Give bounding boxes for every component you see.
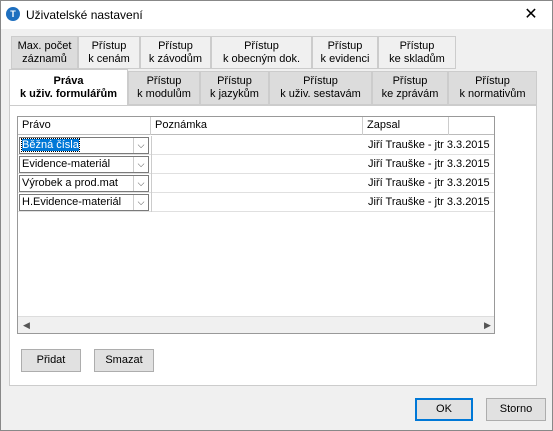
note-cell[interactable] xyxy=(151,174,363,193)
chevron-down-icon[interactable]: ⌵ xyxy=(133,138,148,153)
pravo-combo[interactable]: H.Evidence-materiál ⌵ xyxy=(19,194,149,211)
pravo-combo-value: H.Evidence-materiál xyxy=(22,196,122,208)
cancel-button[interactable]: Storno xyxy=(486,398,546,421)
table-row[interactable]: Výrobek a prod.mat ⌵ Jiří Trauške - jtr … xyxy=(18,174,494,193)
horizontal-scrollbar[interactable]: ◀ ▶ xyxy=(18,316,494,333)
close-button[interactable]: ✕ xyxy=(518,4,544,26)
tab-pristup-normativum[interactable]: Přístup k normativům xyxy=(448,71,537,105)
pravo-combo[interactable]: Výrobek a prod.mat ⌵ xyxy=(19,175,149,192)
column-header-poznamka[interactable]: Poznámka xyxy=(151,117,363,135)
note-cell[interactable] xyxy=(151,193,363,212)
add-button[interactable]: Přidat xyxy=(21,349,81,372)
pravo-combo[interactable]: Běžná čísla ⌵ xyxy=(19,137,149,154)
table-row[interactable]: H.Evidence-materiál ⌵ Jiří Trauške - jtr… xyxy=(18,193,494,212)
tab-pristup-jazykum[interactable]: Přístup k jazykům xyxy=(200,71,269,105)
pravo-combo[interactable]: Evidence-materiál ⌵ xyxy=(19,156,149,173)
tab-pristup-uziv-sestavam[interactable]: Přístup k uživ. sestavám xyxy=(269,71,372,105)
grid-header: Právo Poznámka Zapsal xyxy=(18,117,494,135)
zapsal-cell: Jiří Trauške - jtr 3.3.2015 xyxy=(368,177,490,189)
tab-pristup-skladum[interactable]: Přístup ke skladům xyxy=(378,36,456,69)
note-cell[interactable] xyxy=(151,155,363,174)
arrow-right-icon[interactable]: ▶ xyxy=(480,318,494,333)
column-header-zapsal[interactable]: Zapsal xyxy=(363,117,449,135)
column-header-extra[interactable] xyxy=(449,117,494,135)
zapsal-cell: Jiří Trauške - jtr 3.3.2015 xyxy=(368,196,490,208)
ok-button[interactable]: OK xyxy=(415,398,473,421)
zapsal-cell: Jiří Trauške - jtr 3.3.2015 xyxy=(368,158,490,170)
chevron-down-icon[interactable]: ⌵ xyxy=(133,157,148,172)
dialog-window: T Uživatelské nastavení ✕ Max. počet zázn… xyxy=(0,0,553,431)
title-bar: T Uživatelské nastavení ✕ xyxy=(1,1,552,29)
window-title: Uživatelské nastavení xyxy=(26,8,143,22)
tab-max-zaznamu[interactable]: Max. počet záznamů xyxy=(11,36,78,69)
tab-pristup-zpravam[interactable]: Přístup ke zprávám xyxy=(372,71,448,105)
tab-prava-formularum[interactable]: Práva k uživ. formulářům xyxy=(9,69,128,106)
table-row[interactable]: Evidence-materiál ⌵ Jiří Trauške - jtr 3… xyxy=(18,155,494,174)
pravo-combo-value: Výrobek a prod.mat xyxy=(22,177,118,189)
chevron-down-icon[interactable]: ⌵ xyxy=(133,176,148,191)
tab-pristup-obecnym-dok[interactable]: Přístup k obecným dok. xyxy=(211,36,312,69)
pravo-combo-value: Běžná čísla xyxy=(21,138,80,152)
pravo-combo-value: Evidence-materiál xyxy=(22,158,111,170)
chevron-down-icon[interactable]: ⌵ xyxy=(133,195,148,210)
arrow-left-icon[interactable]: ◀ xyxy=(19,318,34,333)
tab-pristup-zavodum[interactable]: Přístup k závodům xyxy=(140,36,211,69)
app-icon: T xyxy=(6,7,20,21)
note-cell[interactable] xyxy=(151,136,363,155)
tab-pristup-modulum[interactable]: Přístup k modulům xyxy=(128,71,200,105)
tab-pristup-evidenci[interactable]: Přístup k evidenci xyxy=(312,36,378,69)
column-header-pravo[interactable]: Právo xyxy=(18,117,151,135)
zapsal-cell: Jiří Trauške - jtr 3.3.2015 xyxy=(368,139,490,151)
table-row[interactable]: Běžná čísla ⌵ Jiří Trauške - jtr 3.3.201… xyxy=(18,136,494,155)
rights-grid[interactable]: Právo Poznámka Zapsal Běžná čísla ⌵ Jiří… xyxy=(17,116,495,334)
tab-pristup-cenam[interactable]: Přístup k cenám xyxy=(78,36,140,69)
delete-button[interactable]: Smazat xyxy=(94,349,154,372)
